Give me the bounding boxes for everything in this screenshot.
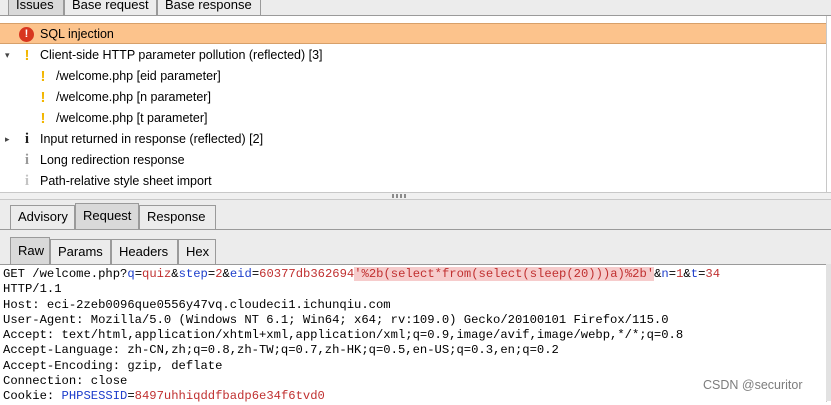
request-protocol: HTTP/1.1 bbox=[3, 282, 62, 297]
info-icon: i bbox=[24, 131, 30, 147]
request-text[interactable]: GET /welcome.php?q=quiz&step=2&eid=60377… bbox=[3, 267, 720, 405]
tab-request[interactable]: Request bbox=[75, 203, 139, 229]
issue-row-input-returned[interactable]: ▸ i Input returned in response (reflecte… bbox=[0, 129, 826, 150]
issue-label: Input returned in response (reflected) [… bbox=[40, 132, 264, 146]
header-accept: Accept: text/html,application/xhtml+xml,… bbox=[3, 328, 684, 343]
header-accept-language: Accept-Language: zh-CN,zh;q=0.8,zh-TW;q=… bbox=[3, 343, 559, 358]
issue-row-n[interactable]: ! /welcome.php [n parameter] bbox=[0, 87, 826, 108]
tab-base-request[interactable]: Base request bbox=[64, 0, 157, 15]
issue-label: /welcome.php [n parameter] bbox=[56, 90, 211, 104]
request-path: /welcome.php? bbox=[32, 267, 128, 281]
watermark: CSDN @securitor bbox=[703, 378, 803, 392]
sql-payload: '%2b(select*from(select(sleep(20)))a)%2b… bbox=[354, 267, 655, 281]
tab-params[interactable]: Params bbox=[50, 239, 111, 264]
info-icon: i bbox=[24, 152, 30, 168]
issue-label: Client-side HTTP parameter pollution (re… bbox=[40, 48, 323, 62]
tab-hex[interactable]: Hex bbox=[178, 239, 216, 264]
issue-label: Long redirection response bbox=[40, 153, 185, 167]
header-cookie-prefix: Cookie: bbox=[3, 389, 62, 404]
header-user-agent: User-Agent: Mozilla/5.0 (Windows NT 6.1;… bbox=[3, 312, 669, 327]
issue-row-eid[interactable]: ! /welcome.php [eid parameter] bbox=[0, 66, 826, 87]
top-tab-bar: Issues Base request Base response bbox=[0, 0, 831, 16]
tab-raw[interactable]: Raw bbox=[10, 237, 50, 264]
issue-label: SQL injection bbox=[40, 27, 114, 41]
detail-panel: Advisory Request Response Raw Params Hea… bbox=[0, 200, 831, 403]
vertical-scrollbar[interactable] bbox=[826, 264, 831, 401]
issue-label: Path-relative style sheet import bbox=[40, 174, 212, 188]
info-icon: i bbox=[24, 173, 30, 189]
tab-response[interactable]: Response bbox=[139, 205, 216, 229]
pane-splitter[interactable] bbox=[0, 192, 831, 200]
tab-headers[interactable]: Headers bbox=[111, 239, 178, 264]
issue-row-sql-injection[interactable]: ! SQL injection bbox=[0, 23, 826, 44]
issue-label: /welcome.php [t parameter] bbox=[56, 111, 208, 125]
tab-issues[interactable]: Issues bbox=[8, 0, 64, 15]
detail-tab-baseline bbox=[0, 229, 831, 230]
high-severity-icon: ! bbox=[19, 27, 34, 42]
header-connection: Connection: close bbox=[3, 374, 128, 389]
header-host: Host: eci-2zeb0096que0556y47vq.cloudeci1… bbox=[3, 297, 391, 312]
cookie-name: PHPSESSID bbox=[61, 389, 128, 404]
request-method: GET bbox=[3, 267, 25, 281]
tab-base-response[interactable]: Base response bbox=[157, 0, 261, 15]
issue-label: /welcome.php [eid parameter] bbox=[56, 69, 221, 83]
warning-icon: ! bbox=[40, 89, 46, 106]
splitter-grip[interactable] bbox=[392, 194, 406, 198]
warning-icon: ! bbox=[40, 68, 46, 85]
issues-tree: ! SQL injection ▾ ! Client-side HTTP par… bbox=[0, 16, 827, 192]
issue-row-path-relative[interactable]: i Path-relative style sheet import bbox=[0, 171, 826, 192]
issue-row-hpp[interactable]: ▾ ! Client-side HTTP parameter pollution… bbox=[0, 45, 826, 66]
warning-icon: ! bbox=[40, 110, 46, 127]
header-accept-encoding: Accept-Encoding: gzip, deflate bbox=[3, 358, 223, 373]
tab-advisory[interactable]: Advisory bbox=[10, 205, 75, 229]
issue-row-t[interactable]: ! /welcome.php [t parameter] bbox=[0, 108, 826, 129]
collapse-arrow-icon[interactable]: ▾ bbox=[5, 45, 10, 66]
warning-icon: ! bbox=[24, 47, 30, 64]
issue-row-long-redirect[interactable]: i Long redirection response bbox=[0, 150, 826, 171]
cookie-value: 8497uhhiqddfbadp6e34f6tvd0 bbox=[134, 389, 325, 404]
expand-arrow-icon[interactable]: ▸ bbox=[5, 129, 10, 150]
